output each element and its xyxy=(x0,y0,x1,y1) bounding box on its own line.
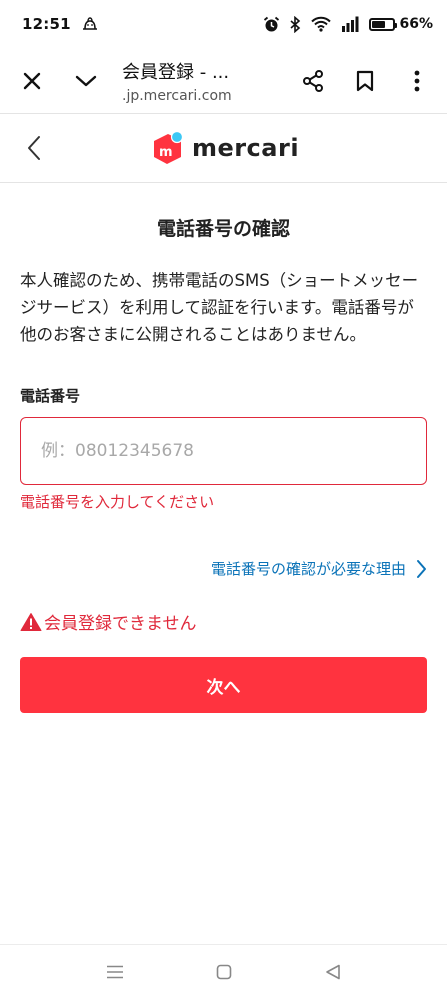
home-square-icon xyxy=(216,964,231,980)
next-button[interactable]: 次へ xyxy=(20,657,427,713)
mercari-logo-icon: m xyxy=(153,130,184,164)
form-error: 会員登録できません xyxy=(20,609,427,634)
recent-apps-button[interactable] xyxy=(91,950,139,994)
svg-text:m: m xyxy=(159,145,173,160)
chevron-left-icon xyxy=(28,136,40,160)
more-vertical-icon xyxy=(414,70,420,91)
bookmark-button[interactable] xyxy=(341,57,389,105)
page-title-tab: 会員登録 - ... xyxy=(122,61,230,83)
status-bar: 12:51 66% xyxy=(0,0,447,48)
chevron-down-icon xyxy=(75,75,97,86)
close-icon xyxy=(23,72,41,89)
alarm-icon xyxy=(263,16,280,33)
reason-link-text: 電話番号の確認が必要な理由 xyxy=(210,560,406,578)
minimize-button[interactable] xyxy=(62,57,110,105)
warning-icon xyxy=(20,612,42,631)
main-content: 電話番号の確認 本人確認のため、携帯電話のSMS（ショートメッセージサービス）を… xyxy=(20,183,427,713)
form-error-text: 会員登録できません xyxy=(44,614,197,634)
home-button[interactable] xyxy=(200,950,248,994)
share-button[interactable] xyxy=(289,57,337,105)
browser-toolbar: 会員登録 - ... .jp.mercari.com xyxy=(0,48,447,114)
status-time: 12:51 xyxy=(22,15,71,33)
signal-icon xyxy=(341,16,359,32)
menu-lines-icon xyxy=(106,965,123,979)
more-menu-button[interactable] xyxy=(393,57,441,105)
page-title: 電話番号の確認 xyxy=(156,218,290,240)
logo-text: mercari xyxy=(191,134,300,162)
system-navigation-bar xyxy=(0,944,447,999)
battery-indicator: 66% xyxy=(369,16,433,32)
description-text: 本人確認のため、携帯電話のSMS（ショートメッセージサービス）を利用して認証を行… xyxy=(20,271,419,344)
notification-icon xyxy=(81,16,99,32)
bluetooth-icon xyxy=(290,15,301,33)
url-block[interactable]: 会員登録 - ... .jp.mercari.com xyxy=(110,58,289,104)
phone-field-error: 電話番号を入力してください xyxy=(20,493,215,511)
phone-field-label: 電話番号 xyxy=(20,387,81,405)
mercari-logo: m mercari xyxy=(150,130,299,166)
battery-icon xyxy=(369,17,398,31)
status-left: 12:51 xyxy=(22,15,99,33)
chevron-right-icon xyxy=(417,559,426,578)
bookmark-icon xyxy=(356,70,374,91)
phone-number-input[interactable] xyxy=(20,417,427,485)
wifi-icon xyxy=(311,16,332,32)
back-triangle-icon xyxy=(325,964,340,980)
site-header: m mercari xyxy=(0,114,447,183)
close-tab-button[interactable] xyxy=(8,57,56,105)
system-back-button[interactable] xyxy=(309,950,357,994)
status-right: 66% xyxy=(263,15,433,33)
url-host: .jp.mercari.com xyxy=(122,87,232,104)
share-icon xyxy=(303,69,323,92)
reason-link[interactable]: 電話番号の確認が必要な理由 xyxy=(20,558,427,579)
battery-fill xyxy=(372,20,386,28)
back-button[interactable] xyxy=(14,128,54,168)
battery-percent: 66% xyxy=(399,16,433,32)
